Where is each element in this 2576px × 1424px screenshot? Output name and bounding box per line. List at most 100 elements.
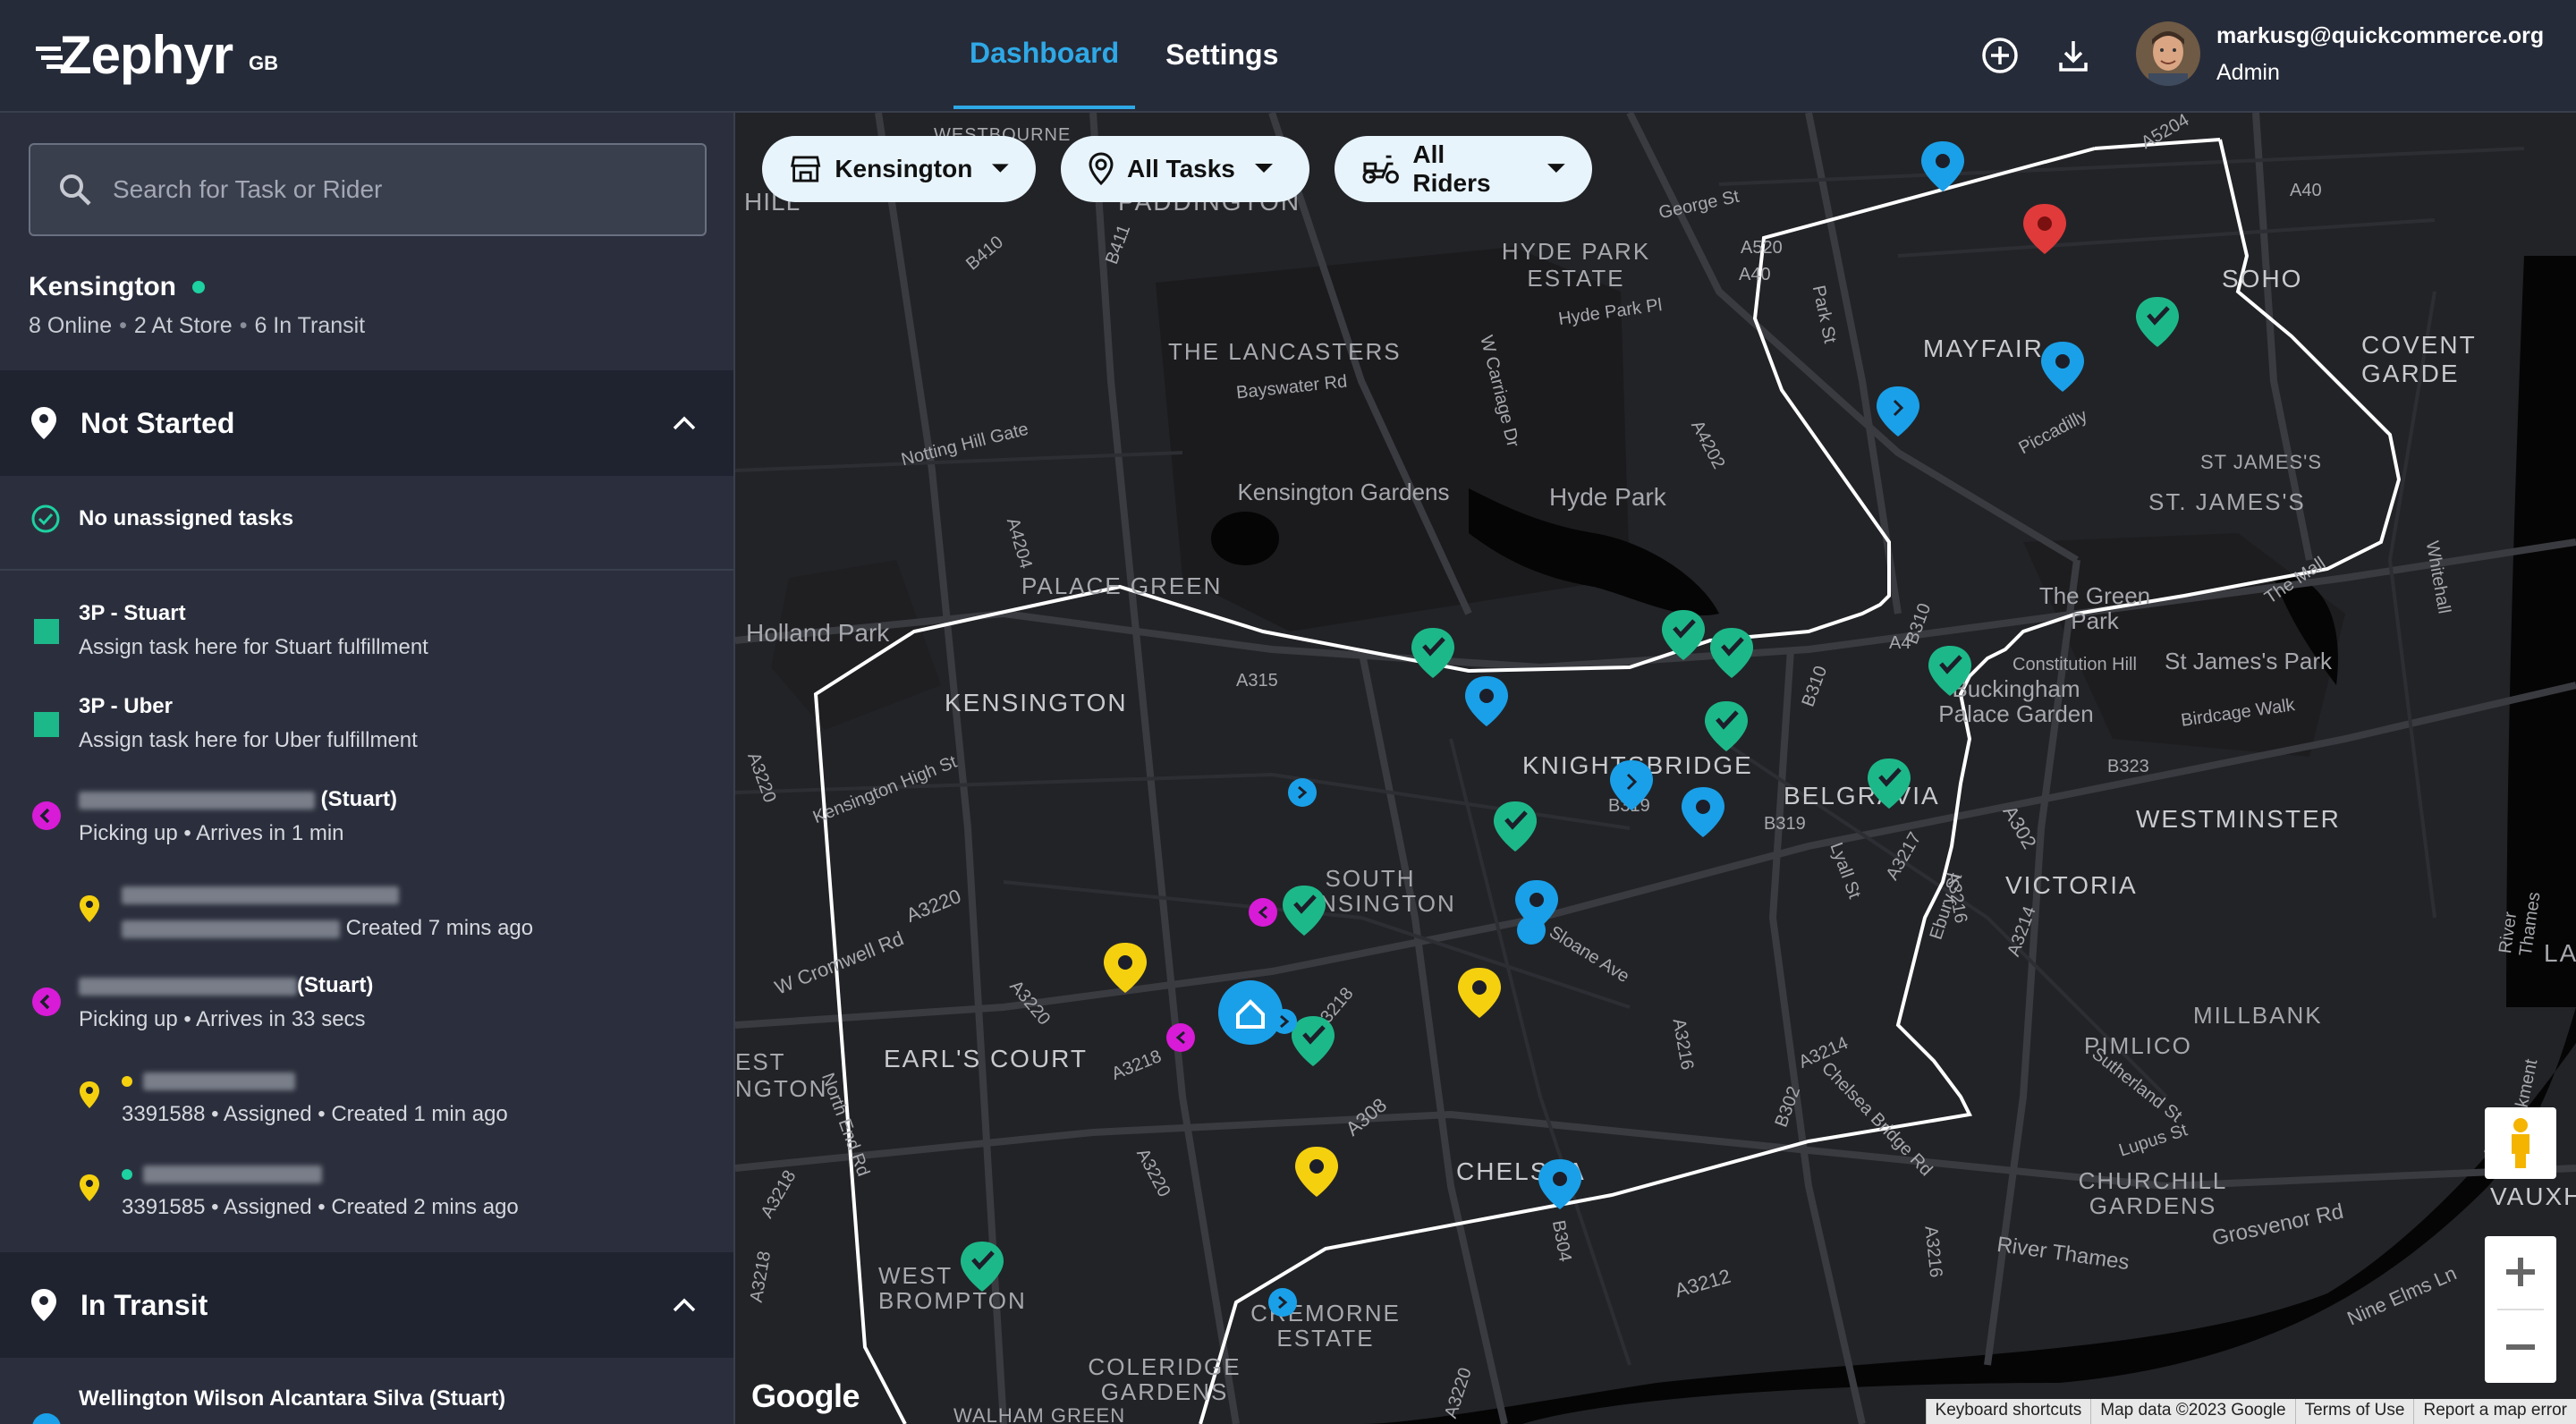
keyboard-shortcuts-link[interactable]: Keyboard shortcuts bbox=[1925, 1399, 2091, 1424]
search-input[interactable] bbox=[111, 174, 687, 205]
task-pin bbox=[1458, 968, 1501, 1018]
report-error-link[interactable]: Report a map error bbox=[2413, 1399, 2576, 1424]
rider-dot bbox=[1288, 778, 1317, 807]
section-not-started[interactable]: Not Started bbox=[0, 370, 733, 476]
list-item-subtitle: Assign task here for Stuart fulfillment bbox=[79, 635, 428, 659]
terms-link[interactable]: Terms of Use bbox=[2294, 1399, 2414, 1424]
map-markers bbox=[961, 141, 2179, 1317]
status-dot bbox=[122, 1168, 132, 1180]
task-subtitle: 3391585 • Assigned • Created 2 mins ago bbox=[122, 1195, 519, 1219]
redacted-task bbox=[143, 1165, 322, 1183]
delivered-pin bbox=[1662, 610, 1705, 660]
redacted-task bbox=[122, 886, 399, 904]
section-in-transit[interactable]: In Transit bbox=[0, 1252, 733, 1358]
street-view-button[interactable] bbox=[2485, 1107, 2556, 1179]
store-name: Kensington bbox=[29, 272, 176, 301]
delivered-pin bbox=[1283, 886, 1326, 936]
store-home-marker bbox=[1218, 980, 1297, 1045]
online-status-dot bbox=[192, 281, 205, 293]
task-pin-icon bbox=[80, 895, 99, 922]
rider-pin bbox=[1682, 787, 1724, 837]
redacted-name bbox=[79, 977, 297, 996]
app-logo[interactable]: Zephyr GB bbox=[36, 29, 278, 82]
zoom-out-icon[interactable] bbox=[2485, 1311, 2556, 1383]
task-title bbox=[122, 1161, 519, 1186]
task-title bbox=[122, 882, 533, 907]
task-pin-icon bbox=[80, 1174, 99, 1201]
tab-dashboard[interactable]: Dashboard bbox=[953, 0, 1136, 109]
status-square bbox=[34, 619, 59, 644]
user-email: markusg@quickcommerce.org bbox=[2216, 23, 2545, 48]
avatar[interactable] bbox=[2136, 21, 2200, 86]
rider-filter-chip[interactable]: All Riders bbox=[1335, 136, 1592, 202]
pickup-arrow-icon bbox=[32, 987, 61, 1016]
task-pin bbox=[1104, 943, 1147, 993]
logo-text: Zephyr bbox=[59, 25, 233, 85]
redacted-task-id bbox=[122, 920, 340, 938]
tab-settings[interactable]: Settings bbox=[1149, 0, 1294, 109]
status-square bbox=[34, 712, 59, 737]
store-stats: 8 Online • 2 At Store • 6 In Transit bbox=[29, 313, 366, 338]
filter-label: All Riders bbox=[1412, 140, 1491, 197]
rider-status: Picking up • Arrives in 1 min bbox=[79, 821, 344, 845]
at-store-count: 2 At Store bbox=[133, 313, 233, 338]
delivered-pin bbox=[1928, 646, 1971, 696]
delivered-pin bbox=[1868, 759, 1911, 809]
rider-name: (Stuart) bbox=[79, 973, 373, 998]
add-circle-icon[interactable] bbox=[1980, 36, 2020, 75]
rider-icon bbox=[32, 1413, 61, 1424]
user-role: Admin bbox=[2216, 60, 2280, 85]
download-icon[interactable] bbox=[2054, 36, 2093, 75]
filter-label: All Tasks bbox=[1127, 155, 1235, 182]
online-count: 8 Online bbox=[29, 313, 113, 338]
rider-provider: (Stuart) bbox=[320, 787, 397, 811]
map-view[interactable]: WESTBOURNE HILL PADDINGTON HYDE PARK EST… bbox=[735, 113, 2576, 1424]
task-created: Created 7 mins ago bbox=[345, 916, 534, 940]
task-filter-chip[interactable]: All Tasks bbox=[1061, 136, 1309, 202]
pending-task-pins bbox=[1104, 943, 1501, 1197]
rider-pin bbox=[2041, 342, 2084, 392]
store-filter-chip[interactable]: Kensington bbox=[762, 136, 1036, 202]
user-info[interactable]: markusg@quickcommerce.org Admin bbox=[2216, 23, 2544, 86]
in-transit-count: 6 In Transit bbox=[254, 313, 366, 338]
task-pin bbox=[1295, 1147, 1338, 1197]
status-dot bbox=[122, 1075, 132, 1087]
redacted-name bbox=[79, 791, 315, 809]
list-item-title: 3P - Stuart bbox=[79, 601, 186, 625]
task-pin-icon bbox=[80, 1081, 99, 1108]
google-logo[interactable]: Google bbox=[751, 1377, 860, 1415]
divider bbox=[0, 569, 733, 571]
list-item-subtitle: Assign task here for Uber fulfillment bbox=[79, 728, 418, 752]
delivered-pin bbox=[1494, 801, 1537, 852]
section-title: In Transit bbox=[80, 1288, 208, 1321]
pickup-arrow-icon bbox=[32, 801, 61, 830]
rider-pin bbox=[1921, 141, 1964, 191]
delivered-pin bbox=[961, 1242, 1004, 1292]
no-tasks-label: No unassigned tasks bbox=[79, 506, 294, 530]
caret-down-icon bbox=[1547, 164, 1565, 173]
store-header: Kensington bbox=[29, 272, 205, 302]
search-icon bbox=[60, 174, 91, 206]
rider-pin bbox=[1538, 1159, 1581, 1209]
chevron-up-icon[interactable] bbox=[671, 1296, 698, 1314]
rider-dot bbox=[1517, 916, 1546, 945]
rider-name: Wellington Wilson Alcantara Silva (Stuar… bbox=[79, 1386, 506, 1411]
scooter-icon bbox=[1362, 155, 1399, 184]
task-subtitle: Created 7 mins ago bbox=[122, 916, 533, 941]
sidebar: Kensington 8 Online•2 At Store•6 In Tran… bbox=[0, 113, 735, 1424]
zoom-controls bbox=[2485, 1236, 2556, 1383]
top-header: Zephyr GB Dashboard Settings markusg@qui… bbox=[0, 0, 2576, 113]
pegman-icon bbox=[2512, 1118, 2529, 1168]
caret-down-icon bbox=[1254, 164, 1273, 173]
rider-status: Picking up • Arrives in 33 secs bbox=[79, 1007, 366, 1031]
check-circle-icon bbox=[31, 504, 60, 533]
rider-dot bbox=[1268, 1288, 1297, 1317]
zoom-in-icon[interactable] bbox=[2485, 1236, 2556, 1308]
redacted-task bbox=[143, 1072, 295, 1090]
rider-pin bbox=[1610, 760, 1653, 810]
delivered-pin bbox=[2136, 297, 2179, 347]
search-box[interactable] bbox=[29, 143, 707, 236]
chevron-up-icon[interactable] bbox=[671, 414, 698, 432]
store-icon bbox=[791, 156, 821, 182]
delivered-pin bbox=[1710, 628, 1753, 678]
